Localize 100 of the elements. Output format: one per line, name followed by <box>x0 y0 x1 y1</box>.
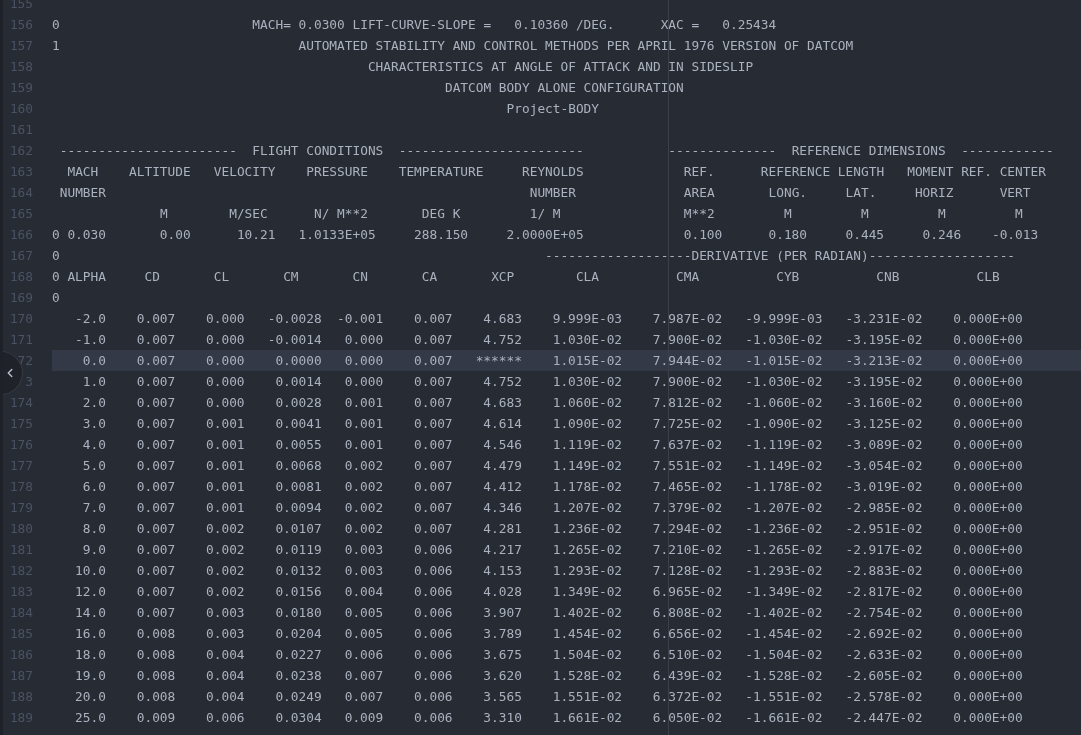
table-cell-text: 0.0227 <box>275 646 322 664</box>
table-cell-text: 0.008 <box>136 646 176 664</box>
code-line: CHARACTERISTICS AT ANGLE OF ATTACK AND IN SIDESLIP <box>367 58 754 76</box>
table-cell-text: 0.006 <box>414 604 453 622</box>
table-cell-text: -1.015E-02 <box>745 352 823 370</box>
table-cell-text: 7.294E-02 <box>652 520 723 538</box>
table-cell-text: 0.007 <box>136 562 176 580</box>
table-cell-text: 4.153 <box>483 562 522 580</box>
table-cell-text: 0.000E+00 <box>953 541 1023 559</box>
table-cell-text: 0.007 <box>414 310 453 328</box>
code-line: 0 0.030 0.00 10.21 1.0133E+05 288.150 2.0000E+05 0.100 0.180 0.445 0.246 -0.013 <box>52 226 1039 244</box>
table-cell-text: 2.0 <box>82 394 106 412</box>
table-cell-text: -2.0 <box>75 310 106 328</box>
table-cell-text: 0.006 <box>206 709 245 727</box>
table-cell-text: 0.006 <box>414 709 453 727</box>
table-cell-text: 7.0 <box>82 499 106 517</box>
table-cell-text: 0.0028 <box>275 394 322 412</box>
table-cell-text: -3.089E-02 <box>845 436 923 454</box>
table-cell-text: 0.007 <box>136 541 176 559</box>
table-cell-text: 0.007 <box>414 499 453 517</box>
table-cell-text: 12.0 <box>75 583 106 601</box>
table-cell-text: 7.987E-02 <box>652 310 723 328</box>
table-cell-text: -0.001 <box>337 310 384 328</box>
table-cell-text: 0.000 <box>206 373 245 391</box>
table-cell-text: 0.006 <box>414 625 453 643</box>
table-cell-text: 0.001 <box>206 457 245 475</box>
table-cell-text: 0.0094 <box>275 499 322 517</box>
table-cell-text: 0.000E+00 <box>953 520 1023 538</box>
table-cell-text: 0.007 <box>136 310 176 328</box>
table-cell-text: 3.0 <box>82 415 106 433</box>
code-line: 0 -------------------DERIVATIVE (PER RADIAN)------------------- <box>52 247 1016 265</box>
table-cell-text: 0.0180 <box>275 604 322 622</box>
table-cell-text: 0.007 <box>414 352 453 370</box>
table-cell-text: 1.528E-02 <box>552 667 623 685</box>
table-cell-text: 0.004 <box>206 667 245 685</box>
table-cell-text: 0.000E+00 <box>953 415 1023 433</box>
table-cell-text: 0.007 <box>414 394 453 412</box>
table-cell-text: 0.0107 <box>275 520 322 538</box>
table-cell-text: 0.0156 <box>275 583 322 601</box>
table-cell-text: 1.060E-02 <box>552 394 623 412</box>
table-cell-text: 0.007 <box>136 457 176 475</box>
table-cell-text: 0.000E+00 <box>953 457 1023 475</box>
table-cell-text: 4.346 <box>483 499 522 517</box>
table-cell-text: -3.195E-02 <box>845 373 923 391</box>
table-cell-text: 4.412 <box>483 478 522 496</box>
table-cell-text: 1.030E-02 <box>552 373 623 391</box>
table-cell-text: -1.0 <box>75 331 106 349</box>
code-line: 1 AUTOMATED STABILITY AND CONTROL METHODS PER APRIL 1976 VERSION OF DATCOM <box>52 37 854 55</box>
table-cell-text: 0.006 <box>414 562 453 580</box>
table-cell-text: 0.002 <box>344 478 384 496</box>
table-cell-text: 0.007 <box>136 478 176 496</box>
table-cell-text: 0.0068 <box>275 457 322 475</box>
table-cell-text: 1.015E-02 <box>552 352 623 370</box>
table-cell-text: 7.128E-02 <box>652 562 723 580</box>
code-line: DATCOM BODY ALONE CONFIGURATION <box>444 79 684 97</box>
table-cell-text: -1.349E-02 <box>745 583 823 601</box>
table-cell-text: 0.007 <box>414 373 453 391</box>
table-cell-text: 0.000E+00 <box>953 331 1023 349</box>
table-cell-text: -1.551E-02 <box>745 688 823 706</box>
table-cell-text: 7.210E-02 <box>652 541 723 559</box>
table-cell-text: -1.661E-02 <box>745 709 823 727</box>
table-cell-text: 1.265E-02 <box>552 541 623 559</box>
code-line: NUMBER NUMBER AREA LONG. LAT. HORIZ VERT <box>59 184 1031 202</box>
table-cell-text: 9.999E-03 <box>552 310 623 328</box>
table-cell-text: 0.007 <box>344 667 384 685</box>
table-cell-text: 0.007 <box>136 373 176 391</box>
table-cell-text: 0.001 <box>344 394 384 412</box>
table-cell-text: 7.944E-02 <box>652 352 723 370</box>
table-cell-text: 0.008 <box>136 688 176 706</box>
table-cell-text: 0.000E+00 <box>953 499 1023 517</box>
table-cell-text: -2.578E-02 <box>845 688 923 706</box>
table-cell-text: 4.281 <box>483 520 522 538</box>
table-cell-text: 7.465E-02 <box>652 478 723 496</box>
table-cell-text: 0.003 <box>206 604 245 622</box>
table-cell-text: 0.0304 <box>275 709 322 727</box>
table-cell-text: 1.236E-02 <box>552 520 623 538</box>
table-cell-text: 0.000 <box>206 394 245 412</box>
table-cell-text: 3.789 <box>483 625 522 643</box>
table-cell-text: 10.0 <box>75 562 106 580</box>
table-cell-text: -1.149E-02 <box>745 457 823 475</box>
table-cell-text: 0.006 <box>414 688 453 706</box>
table-cell-text: 0.000 <box>206 352 245 370</box>
table-cell-text: 1.551E-02 <box>552 688 623 706</box>
table-cell-text: -1.090E-02 <box>745 415 823 433</box>
table-cell-text: 0.000E+00 <box>953 310 1023 328</box>
code-line: 0 ALPHA CD CL CM CN CA XCP CLA CMA CYB CNB CLB <box>52 268 1000 286</box>
table-cell-text: 0.000E+00 <box>953 709 1023 727</box>
table-cell-text: -2.883E-02 <box>845 562 923 580</box>
table-cell-text: 0.003 <box>206 625 245 643</box>
table-cell-text: -1.178E-02 <box>745 478 823 496</box>
table-cell-text: 0.0055 <box>275 436 322 454</box>
table-cell-text: 0.0249 <box>275 688 322 706</box>
table-cell-text: 0.005 <box>344 625 384 643</box>
table-cell-text: 0.001 <box>344 415 384 433</box>
table-cell-text: 7.379E-02 <box>652 499 723 517</box>
table-cell-text: -2.817E-02 <box>845 583 923 601</box>
table-cell-text: 1.293E-02 <box>552 562 623 580</box>
table-cell-text: -1.060E-02 <box>745 394 823 412</box>
table-cell-text: 0.000E+00 <box>953 688 1023 706</box>
table-cell-text: 3.565 <box>483 688 522 706</box>
